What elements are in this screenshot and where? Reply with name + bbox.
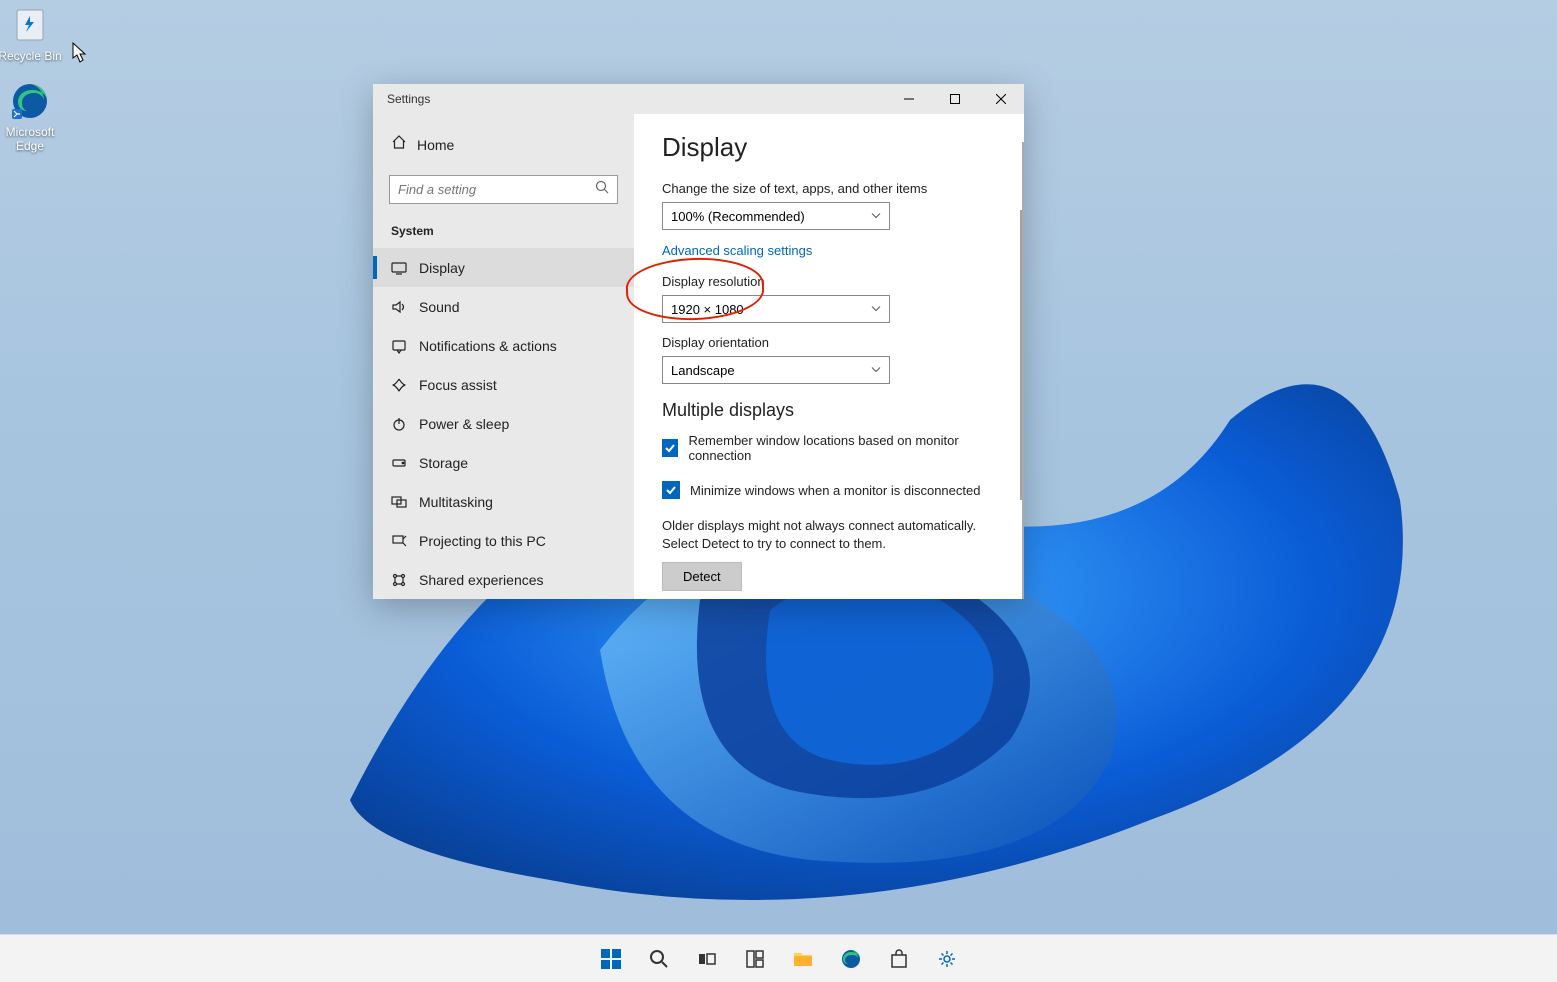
home-label: Home bbox=[417, 137, 454, 153]
orientation-value: Landscape bbox=[671, 363, 735, 378]
taskbar-taskview[interactable] bbox=[687, 939, 727, 979]
taskbar-settings[interactable] bbox=[927, 939, 967, 979]
chevron-down-icon bbox=[871, 209, 881, 224]
taskbar-search[interactable] bbox=[639, 939, 679, 979]
home-button[interactable]: Home bbox=[373, 126, 634, 163]
section-label: System bbox=[373, 218, 634, 248]
nav-notifications[interactable]: Notifications & actions bbox=[373, 326, 634, 365]
nav-label: Power & sleep bbox=[419, 416, 509, 432]
search-icon bbox=[595, 180, 609, 199]
resolution-dropdown[interactable]: 1920 × 1080 bbox=[662, 295, 890, 323]
sound-icon bbox=[391, 299, 407, 315]
minimize-disconnect-label: Minimize windows when a monitor is disco… bbox=[690, 483, 980, 498]
nav-multitasking[interactable]: Multitasking bbox=[373, 482, 634, 521]
minimize-disconnect-checkbox[interactable] bbox=[662, 481, 680, 499]
power-icon bbox=[391, 416, 407, 432]
detect-info-text: Older displays might not always connect … bbox=[662, 517, 996, 552]
taskbar-edge[interactable] bbox=[831, 939, 871, 979]
nav-label: Multitasking bbox=[419, 494, 493, 510]
nav-label: Display bbox=[419, 260, 465, 276]
titlebar[interactable]: Settings bbox=[373, 84, 1024, 114]
advanced-scaling-link[interactable]: Advanced scaling settings bbox=[662, 243, 812, 258]
nav-projecting[interactable]: Projecting to this PC bbox=[373, 521, 634, 560]
taskbar-widgets[interactable] bbox=[735, 939, 775, 979]
nav-label: Notifications & actions bbox=[419, 338, 557, 354]
cursor-icon bbox=[72, 42, 88, 64]
sidebar: Home System Display Sound bbox=[373, 114, 634, 599]
nav-focus-assist[interactable]: Focus assist bbox=[373, 365, 634, 404]
taskbar-explorer[interactable] bbox=[783, 939, 823, 979]
display-icon bbox=[391, 260, 407, 276]
scale-value: 100% (Recommended) bbox=[671, 209, 805, 224]
page-title: Display bbox=[662, 132, 996, 163]
multitasking-icon bbox=[391, 494, 407, 510]
orientation-label: Display orientation bbox=[662, 335, 996, 350]
resolution-value: 1920 × 1080 bbox=[671, 302, 744, 317]
desktop: Recycle Bin Microsoft Edge Settings bbox=[0, 0, 1557, 982]
orientation-dropdown[interactable]: Landscape bbox=[662, 356, 890, 384]
main-panel: Display Change the size of text, apps, a… bbox=[634, 114, 1024, 599]
nav-power-sleep[interactable]: Power & sleep bbox=[373, 404, 634, 443]
window-title: Settings bbox=[387, 92, 886, 106]
settings-window: Settings Home bbox=[373, 84, 1024, 599]
search-input[interactable] bbox=[398, 182, 595, 197]
edge-icon bbox=[9, 80, 51, 122]
storage-icon bbox=[391, 455, 407, 471]
home-icon bbox=[391, 134, 407, 155]
projecting-icon bbox=[391, 533, 407, 549]
desktop-icon-label: Recycle Bin bbox=[0, 50, 66, 64]
scale-label: Change the size of text, apps, and other… bbox=[662, 181, 996, 196]
nav-label: Storage bbox=[419, 455, 468, 471]
nav-sound[interactable]: Sound bbox=[373, 287, 634, 326]
notifications-icon bbox=[391, 338, 407, 354]
nav-label: Focus assist bbox=[419, 377, 497, 393]
detect-button[interactable]: Detect bbox=[662, 562, 742, 591]
start-button[interactable] bbox=[591, 939, 631, 979]
remember-locations-label: Remember window locations based on monit… bbox=[688, 433, 996, 463]
minimize-button[interactable] bbox=[886, 84, 932, 114]
search-box[interactable] bbox=[389, 175, 618, 204]
nav-label: Shared experiences bbox=[419, 572, 544, 588]
resolution-label: Display resolution bbox=[662, 274, 996, 289]
desktop-icon-edge[interactable]: Microsoft Edge bbox=[0, 80, 66, 154]
multiple-displays-heading: Multiple displays bbox=[662, 400, 996, 421]
maximize-button[interactable] bbox=[932, 84, 978, 114]
shared-icon bbox=[391, 572, 407, 588]
focus-assist-icon bbox=[391, 377, 407, 393]
nav-storage[interactable]: Storage bbox=[373, 443, 634, 482]
recycle-bin-icon bbox=[9, 4, 51, 46]
nav-label: Projecting to this PC bbox=[419, 533, 546, 549]
nav-display[interactable]: Display bbox=[373, 248, 634, 287]
main-scrollbar[interactable] bbox=[1020, 210, 1022, 500]
chevron-down-icon bbox=[871, 302, 881, 317]
desktop-icon-label: Microsoft Edge bbox=[0, 126, 66, 154]
nav-label: Sound bbox=[419, 299, 459, 315]
taskbar bbox=[0, 934, 1557, 982]
remember-locations-checkbox[interactable] bbox=[662, 439, 678, 457]
taskbar-store[interactable] bbox=[879, 939, 919, 979]
chevron-down-icon bbox=[871, 363, 881, 378]
scale-dropdown[interactable]: 100% (Recommended) bbox=[662, 202, 890, 230]
close-button[interactable] bbox=[978, 84, 1024, 114]
desktop-icon-recycle-bin[interactable]: Recycle Bin bbox=[0, 4, 66, 64]
nav-shared-experiences[interactable]: Shared experiences bbox=[373, 560, 634, 599]
